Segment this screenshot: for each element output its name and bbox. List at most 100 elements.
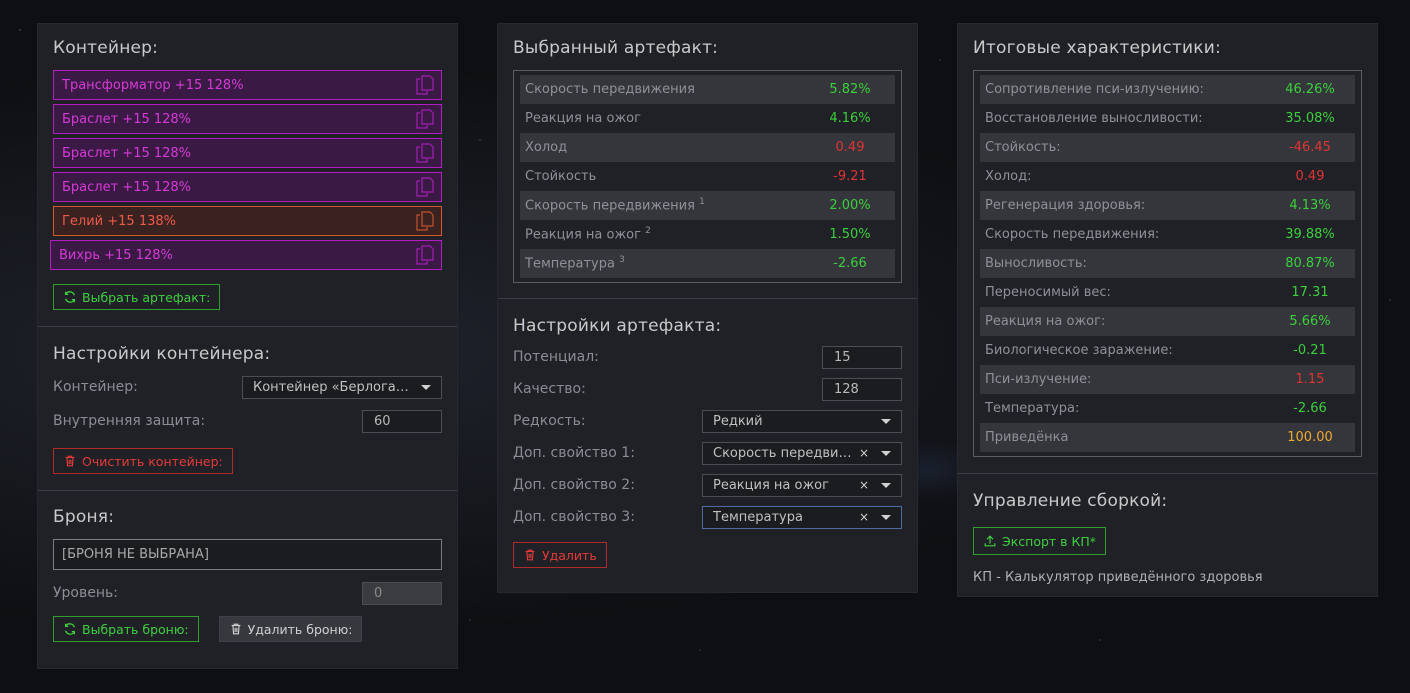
stat-name-text: Пси-излучение: [985, 372, 1092, 387]
build-title: Управление сборкой: [973, 491, 1168, 511]
container-item[interactable]: Гелий +15 138% [53, 206, 442, 236]
stat-name: Скорость передвижения [525, 82, 695, 97]
stat-row: Стойкость: -46.45 [980, 133, 1355, 162]
selected-artifact-section: Выбранный артефакт: Скорость передвижени… [498, 24, 917, 298]
stat-name-text: Биологическое заражение: [985, 343, 1173, 358]
copy-icon[interactable] [416, 75, 434, 95]
container-title: Контейнер: [53, 38, 159, 58]
container-item[interactable]: Браслет +15 128% [53, 104, 442, 134]
stat-value: 1.15 [1295, 372, 1325, 387]
clear-container-button[interactable]: Очистить контейнер: [53, 448, 233, 474]
copy-icon[interactable] [416, 211, 434, 231]
chevron-down-icon [421, 384, 431, 390]
select-armor-button[interactable]: Выбрать броню: [53, 616, 199, 642]
select-armor-label: Выбрать броню: [82, 621, 189, 637]
extra-prop-2-value: Реакция на ожог [713, 477, 829, 493]
rarity-label: Редкость: [513, 413, 586, 429]
stat-row: Переносимый вес: 17.31 [980, 278, 1355, 307]
export-label: Экспорт в КП* [1002, 533, 1097, 549]
container-item[interactable]: Браслет +15 128% [53, 138, 442, 168]
stat-row: Реакция на ожог 2 1.50% [520, 220, 895, 249]
copy-icon[interactable] [416, 245, 434, 265]
stat-value: 4.13% [1289, 198, 1331, 213]
extra-prop-3-row: Доп. свойство 3: Температура × [513, 505, 902, 529]
stat-name: Пси-излучение: [985, 372, 1091, 387]
stat-name: Холод [525, 140, 567, 155]
chevron-down-icon [881, 450, 891, 456]
stat-name-text: Реакция на ожог [525, 227, 641, 243]
container-item-label: Браслет +15 128% [62, 179, 192, 195]
totals-title: Итоговые характеристики: [973, 38, 1221, 58]
rarity-select[interactable]: Редкий [702, 409, 902, 433]
delete-armor-button[interactable]: Удалить броню: [218, 616, 363, 642]
stat-row: Пси-излучение: 1.15 [980, 365, 1355, 394]
totals-stats-table: Сопротивление пси-излучению: 46.26% Восста… [973, 70, 1362, 457]
quality-input[interactable]: 128 [822, 377, 902, 401]
container-type-select[interactable]: Контейнер «Берлога… [242, 375, 442, 399]
stat-value: 0.49 [1295, 169, 1325, 184]
copy-icon[interactable] [416, 109, 434, 129]
right-panel: Итоговые характеристики: Сопротивление п… [957, 23, 1378, 597]
extra-prop-1-row: Доп. свойство 1: Скорость передвижения × [513, 441, 902, 465]
copy-icon[interactable] [416, 143, 434, 163]
clear-icon[interactable]: × [859, 478, 869, 492]
middle-panel: Выбранный артефакт: Скорость передвижени… [497, 23, 918, 593]
extra-prop-2-label: Доп. свойство 2: [513, 477, 635, 493]
extra-prop-3-select[interactable]: Температура × [702, 505, 902, 529]
container-item-label: Вихрь +15 128% [59, 247, 173, 263]
stat-name-text: Стойкость: [985, 140, 1061, 155]
kp-note: КП - Калькулятор приведённого здоровья [973, 570, 1263, 585]
armor-level-input[interactable]: 0 [362, 581, 442, 605]
stat-row: Реакция на ожог: 5.66% [980, 307, 1355, 336]
stat-name-text: Выносливость: [985, 256, 1087, 271]
stat-footnote: 1 [699, 197, 705, 208]
stat-name-text: Температура: [985, 401, 1080, 416]
trash-icon [231, 623, 240, 635]
potential-input[interactable]: 15 [822, 345, 902, 369]
container-item-label: Браслет +15 128% [62, 145, 192, 161]
delete-artifact-label: Удалить [542, 547, 597, 563]
container-item[interactable]: Трансформатор +15 128% [53, 70, 442, 100]
armor-slot[interactable]: [БРОНЯ НЕ ВЫБРАНА] [53, 539, 442, 570]
rarity-value: Редкий [713, 413, 763, 429]
stat-name-text: Скорость передвижения [525, 198, 695, 214]
select-artifact-label: Выбрать артефакт: [82, 289, 211, 305]
stat-name: Скорость передвижения 1 [525, 197, 705, 213]
inner-protection-input[interactable]: 60 [362, 409, 442, 433]
clear-icon[interactable]: × [859, 510, 869, 524]
container-type-label: Контейнер: [53, 379, 138, 395]
stat-name-text: Реакция на ожог [525, 111, 641, 126]
container-items: Трансформатор +15 128% Браслет +15 128% Бр… [50, 70, 442, 270]
potential-row: Потенциал: 15 [513, 345, 902, 369]
extra-prop-2-select[interactable]: Реакция на ожог × [702, 473, 902, 497]
container-section: Контейнер: Трансформатор +15 128% Браслет… [38, 24, 457, 326]
copy-icon[interactable] [416, 177, 434, 197]
container-item[interactable]: Браслет +15 128% [53, 172, 442, 202]
clear-icon[interactable]: × [859, 446, 869, 460]
container-item[interactable]: Вихрь +15 128% [50, 240, 442, 270]
stat-name-text: Скорость передвижения: [985, 227, 1160, 242]
container-type-value: Контейнер «Берлога… [253, 379, 409, 395]
refresh-icon [64, 623, 76, 635]
delete-artifact-button[interactable]: Удалить [513, 542, 607, 568]
stat-name: Температура 3 [525, 255, 625, 271]
quality-label: Качество: [513, 381, 586, 397]
extra-prop-1-select[interactable]: Скорость передвижения × [702, 441, 902, 465]
stat-name: Восстановление выносливости: [985, 111, 1203, 126]
stat-value: 80.87% [1285, 256, 1335, 271]
stat-row: Регенерация здоровья: 4.13% [980, 191, 1355, 220]
container-type-row: Контейнер: Контейнер «Берлога… [53, 375, 442, 399]
delete-armor-label: Удалить броню: [247, 621, 353, 637]
stat-name: Реакция на ожог: [985, 314, 1105, 329]
select-artifact-button[interactable]: Выбрать артефакт: [53, 284, 221, 310]
export-button[interactable]: Экспорт в КП* [973, 527, 1107, 555]
extra-prop-3-label: Доп. свойство 3: [513, 509, 635, 525]
build-section: Управление сборкой: Экспорт в КП* КП - К… [958, 473, 1377, 599]
stat-value: 5.82% [829, 82, 871, 97]
potential-label: Потенциал: [513, 349, 599, 365]
stat-footnote: 3 [619, 255, 625, 266]
rarity-row: Редкость: Редкий [513, 409, 902, 433]
stat-name: Реакция на ожог 2 [525, 226, 651, 242]
stat-value: 46.26% [1285, 82, 1335, 97]
stat-name-text: Скорость передвижения [525, 82, 695, 97]
